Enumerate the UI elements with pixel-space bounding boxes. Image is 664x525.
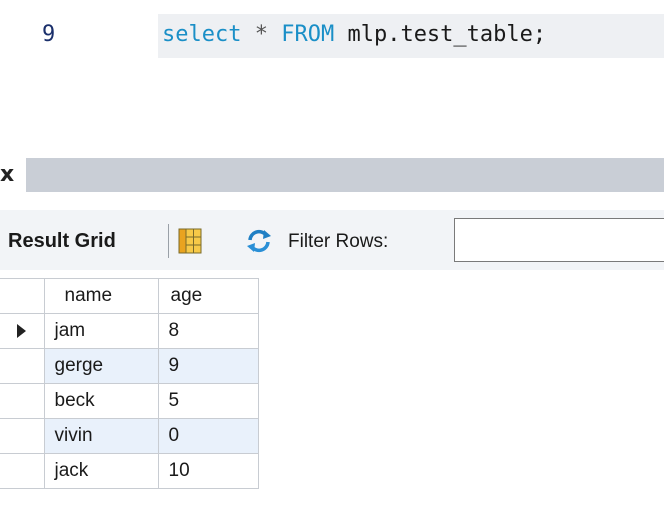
result-tab-bar	[0, 158, 664, 192]
row-pointer-icon	[17, 323, 27, 338]
grid-header-row: name age	[0, 278, 259, 314]
result-grid: name age jam 8 gerge 9 beck 5 vivin 0 ja…	[0, 278, 259, 489]
refresh-icon[interactable]	[244, 228, 274, 254]
table-row[interactable]: beck 5	[0, 383, 259, 419]
code-token-keyword: FROM	[281, 22, 335, 47]
toolbar-divider	[168, 224, 169, 258]
code-token-table: mlp.test_table;	[334, 22, 547, 47]
cell-age[interactable]: 8	[157, 313, 259, 349]
code-token-operator: *	[254, 22, 268, 47]
row-marker	[0, 418, 45, 454]
line-number: 9	[42, 22, 56, 47]
table-row[interactable]: jack 10	[0, 453, 259, 489]
filter-rows-input[interactable]	[454, 218, 664, 262]
column-header-name[interactable]: name	[43, 278, 159, 314]
cell-name[interactable]: jam	[43, 313, 159, 349]
cell-name[interactable]: vivin	[43, 418, 159, 454]
table-row[interactable]: vivin 0	[0, 418, 259, 454]
row-marker	[0, 453, 45, 489]
table-row[interactable]: gerge 9	[0, 348, 259, 384]
row-marker	[0, 348, 45, 384]
code-token-keyword: select	[162, 22, 242, 47]
cell-age[interactable]: 5	[157, 383, 259, 419]
grid-layout-icon[interactable]	[178, 228, 202, 254]
table-row[interactable]: jam 8	[0, 313, 259, 349]
close-tab-icon[interactable]: x	[0, 160, 14, 190]
row-marker-header	[0, 278, 45, 314]
result-grid-tab[interactable]: Result Grid	[8, 228, 116, 254]
sql-editor-line[interactable]: 9 select * FROM mlp.test_table;	[0, 10, 664, 60]
column-header-age[interactable]: age	[157, 278, 259, 314]
filter-rows-label: Filter Rows:	[288, 231, 389, 252]
cell-age[interactable]: 10	[157, 453, 259, 489]
cell-name[interactable]: jack	[43, 453, 159, 489]
cell-age[interactable]: 0	[157, 418, 259, 454]
row-marker	[0, 383, 45, 419]
sql-code[interactable]: select * FROM mlp.test_table;	[162, 20, 546, 50]
cell-name[interactable]: beck	[43, 383, 159, 419]
cell-name[interactable]: gerge	[43, 348, 159, 384]
row-marker	[0, 313, 45, 349]
cell-age[interactable]: 9	[157, 348, 259, 384]
